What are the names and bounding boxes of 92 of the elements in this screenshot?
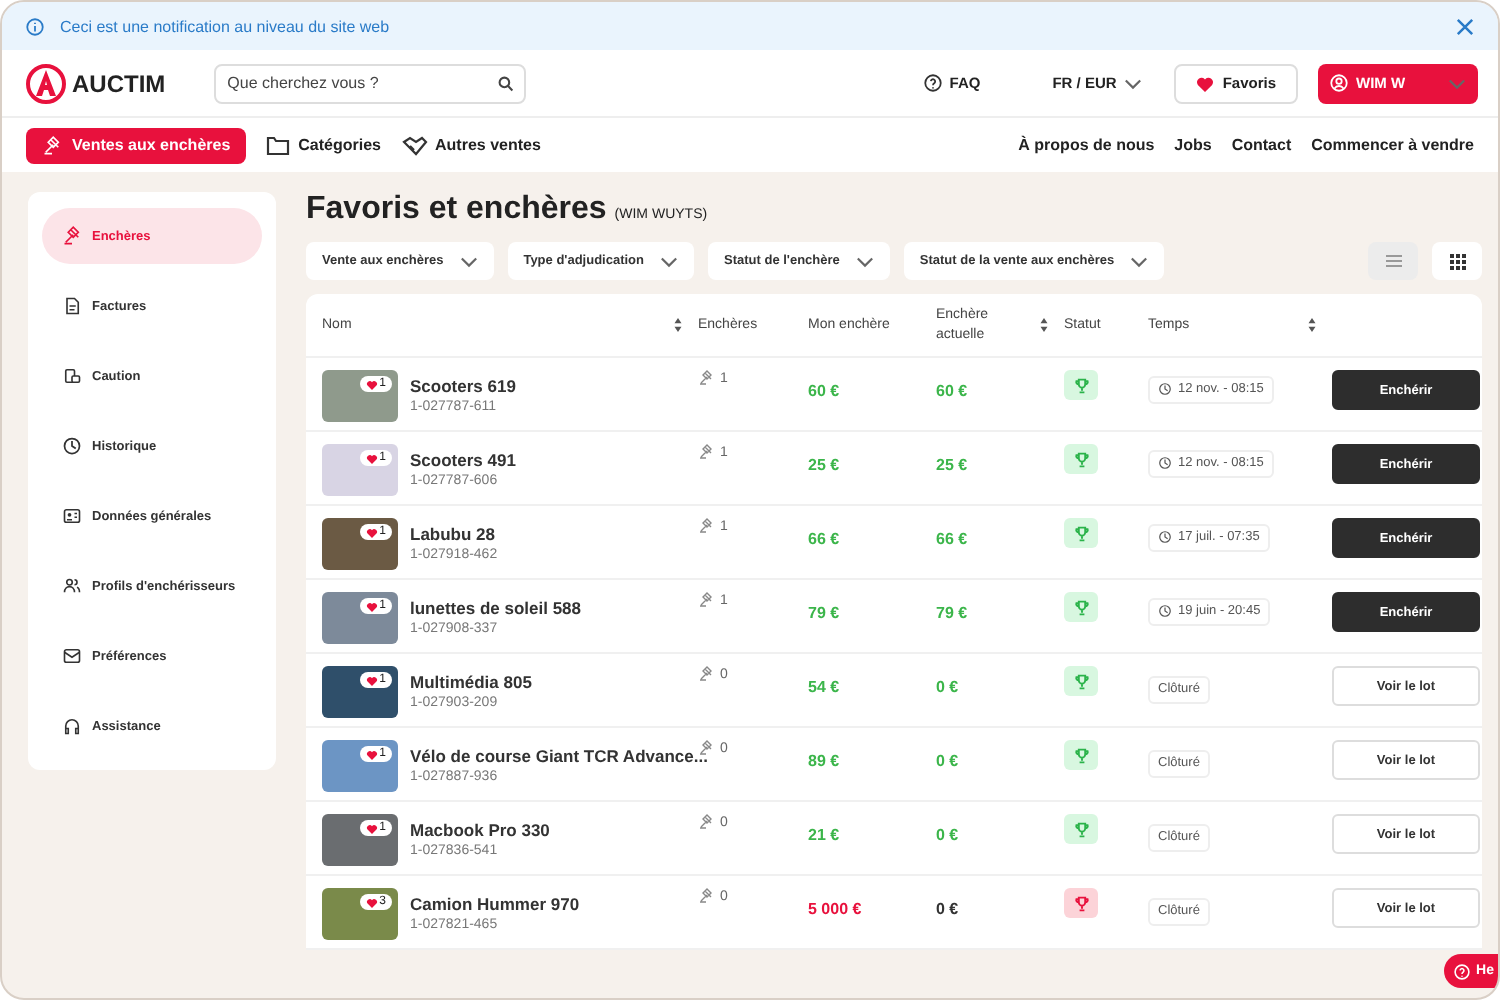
lot-name[interactable]: Multimédia 805 bbox=[410, 672, 532, 692]
nav-link[interactable]: Autres ventes bbox=[435, 136, 541, 154]
trophy-icon bbox=[1073, 673, 1089, 689]
current-bid: 0 € bbox=[936, 826, 959, 844]
my-bid: 21 € bbox=[808, 826, 840, 844]
gavel-icon bbox=[698, 666, 714, 682]
search-icon[interactable] bbox=[497, 75, 514, 91]
heart-icon bbox=[365, 453, 378, 463]
gavel-icon bbox=[698, 444, 714, 460]
search-field[interactable]: Que cherchez vous ? bbox=[213, 63, 526, 103]
lot-name[interactable]: Vélo de course Giant TCR Advance... bbox=[410, 746, 708, 766]
chevron-down-icon bbox=[1130, 255, 1149, 267]
list-icon bbox=[1385, 254, 1401, 268]
current-bid: 0 € bbox=[936, 752, 959, 770]
my-bid: 60 € bbox=[808, 382, 840, 400]
nav-link[interactable]: À propos de nous bbox=[1018, 136, 1155, 154]
clock-icon bbox=[1158, 530, 1172, 544]
gavel-icon bbox=[698, 592, 714, 608]
documents-icon bbox=[62, 366, 82, 386]
lot-name[interactable]: Scooters 491 bbox=[410, 450, 516, 470]
nav-link[interactable]: Jobs bbox=[1174, 136, 1212, 154]
current-bid: 60 € bbox=[936, 382, 968, 400]
sort-icon[interactable] bbox=[1040, 318, 1048, 332]
trophy-icon bbox=[1073, 821, 1089, 837]
auctions-button[interactable]: Ventes aux enchères bbox=[26, 127, 247, 163]
current-bid: 79 € bbox=[936, 604, 968, 622]
notification-text: Ceci est une notification au niveau du site web bbox=[60, 17, 390, 35]
chevron-down-icon bbox=[855, 255, 874, 267]
people-icon bbox=[62, 576, 82, 596]
heart-icon bbox=[365, 379, 378, 389]
logo-icon[interactable] bbox=[26, 63, 66, 103]
clock-icon bbox=[1158, 604, 1172, 618]
gavel-icon bbox=[698, 518, 714, 534]
lot-name[interactable]: Camion Hummer 970 bbox=[410, 894, 580, 914]
gavel-icon bbox=[698, 888, 714, 904]
document-icon bbox=[62, 296, 82, 316]
sort-icon[interactable] bbox=[674, 318, 682, 332]
gavel-icon bbox=[42, 135, 62, 155]
chevron-down-icon bbox=[1448, 77, 1466, 89]
current-bid: 0 € bbox=[936, 900, 959, 918]
clock-icon bbox=[1158, 456, 1172, 470]
grid-icon bbox=[1449, 253, 1465, 269]
my-bid: 89 € bbox=[808, 752, 840, 770]
nav-link[interactable]: Contact bbox=[1231, 136, 1292, 154]
envelope-icon bbox=[62, 646, 82, 666]
user-icon bbox=[1330, 74, 1348, 92]
question-icon bbox=[923, 74, 942, 92]
heart-icon bbox=[365, 675, 378, 685]
id-card-icon bbox=[62, 506, 82, 526]
info-icon bbox=[26, 17, 44, 35]
gavel-icon bbox=[698, 370, 714, 386]
trophy-icon bbox=[1073, 525, 1089, 541]
heart-icon bbox=[1196, 75, 1215, 91]
lot-name[interactable]: Scooters 619 bbox=[410, 376, 516, 396]
my-bid: 66 € bbox=[808, 530, 840, 548]
close-icon[interactable] bbox=[1456, 17, 1474, 35]
current-bid: 0 € bbox=[936, 678, 959, 696]
current-bid: 25 € bbox=[936, 456, 968, 474]
nav-link[interactable]: Commencer à vendre bbox=[1311, 136, 1474, 154]
page-title: Favoris et enchères bbox=[306, 192, 607, 228]
headset-icon bbox=[62, 716, 82, 736]
trophy-icon bbox=[1073, 747, 1089, 763]
chevron-down-icon bbox=[1124, 77, 1143, 89]
chevron-down-icon bbox=[660, 255, 678, 267]
chevron-down-icon bbox=[459, 255, 478, 267]
lot-name[interactable]: Macbook Pro 330 bbox=[410, 820, 550, 840]
brand-name[interactable]: AUCTIM bbox=[72, 69, 166, 97]
my-bid: 79 € bbox=[808, 604, 840, 622]
nav-link[interactable]: Catégories bbox=[298, 136, 382, 154]
clock-icon bbox=[62, 436, 82, 456]
lot-name[interactable]: Labubu 28 bbox=[410, 524, 498, 544]
trophy-icon bbox=[1073, 451, 1089, 467]
gavel-icon bbox=[62, 226, 82, 246]
my-bid: 25 € bbox=[808, 456, 840, 474]
question-icon bbox=[1454, 963, 1471, 979]
my-bid: 54 € bbox=[808, 678, 840, 696]
heart-icon bbox=[365, 897, 378, 907]
grid-view-button[interactable] bbox=[1432, 242, 1482, 280]
folder-icon[interactable] bbox=[266, 135, 291, 155]
heart-icon bbox=[365, 823, 378, 833]
current-bid: 66 € bbox=[936, 530, 968, 548]
heart-icon bbox=[365, 527, 378, 537]
heart-icon bbox=[365, 601, 378, 611]
gavel-icon bbox=[698, 814, 714, 830]
trophy-icon bbox=[1073, 377, 1089, 393]
lot-name[interactable]: lunettes de soleil 588 bbox=[410, 598, 582, 618]
trophy-icon bbox=[1073, 895, 1089, 911]
trophy-icon bbox=[1073, 599, 1089, 615]
heart-icon bbox=[365, 749, 378, 759]
my-bid: 5 000 € bbox=[808, 900, 862, 918]
sort-icon[interactable] bbox=[1308, 318, 1316, 332]
clock-icon bbox=[1158, 382, 1172, 396]
